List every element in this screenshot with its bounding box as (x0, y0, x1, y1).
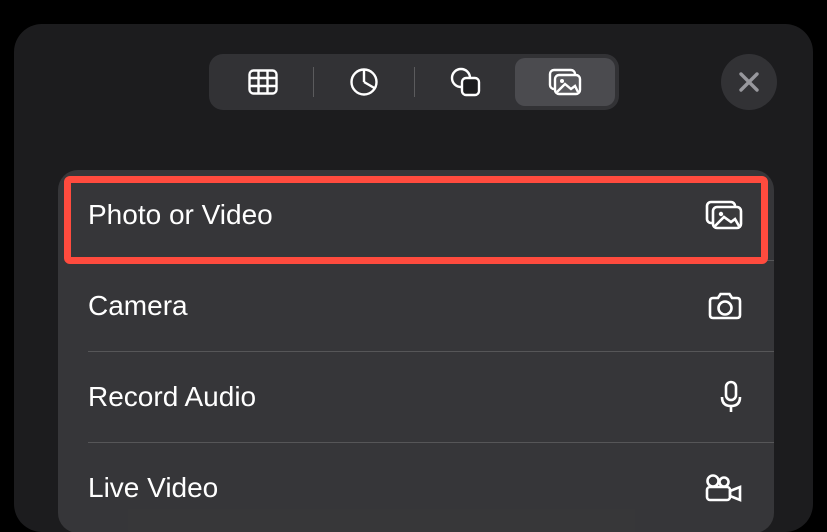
close-button[interactable] (721, 54, 777, 110)
media-source-menu: Photo or Video Camera Record (58, 170, 774, 532)
microphone-icon (718, 379, 744, 415)
video-camera-icon (704, 473, 744, 503)
media-icon (547, 67, 583, 97)
tab-media[interactable] (515, 58, 615, 106)
toolbar (14, 24, 813, 110)
table-icon (248, 69, 278, 95)
media-gallery-icon (704, 199, 744, 231)
insert-type-segmented-control (209, 54, 619, 110)
tab-shapes[interactable] (415, 58, 515, 106)
menu-item-live-video[interactable]: Live Video (58, 443, 774, 532)
tab-charts[interactable] (314, 58, 414, 106)
pie-chart-icon (349, 67, 379, 97)
menu-item-label: Photo or Video (88, 199, 273, 231)
menu-item-photo-or-video[interactable]: Photo or Video (58, 170, 774, 260)
menu-item-record-audio[interactable]: Record Audio (58, 352, 774, 442)
shapes-icon (449, 67, 481, 97)
camera-icon (706, 291, 744, 321)
menu-item-label: Live Video (88, 472, 218, 504)
menu-item-label: Record Audio (88, 381, 256, 413)
close-icon (738, 71, 760, 93)
tab-tables[interactable] (213, 58, 313, 106)
menu-item-camera[interactable]: Camera (58, 261, 774, 351)
menu-item-label: Camera (88, 290, 188, 322)
insert-panel: Photo or Video Camera Record (14, 24, 813, 532)
